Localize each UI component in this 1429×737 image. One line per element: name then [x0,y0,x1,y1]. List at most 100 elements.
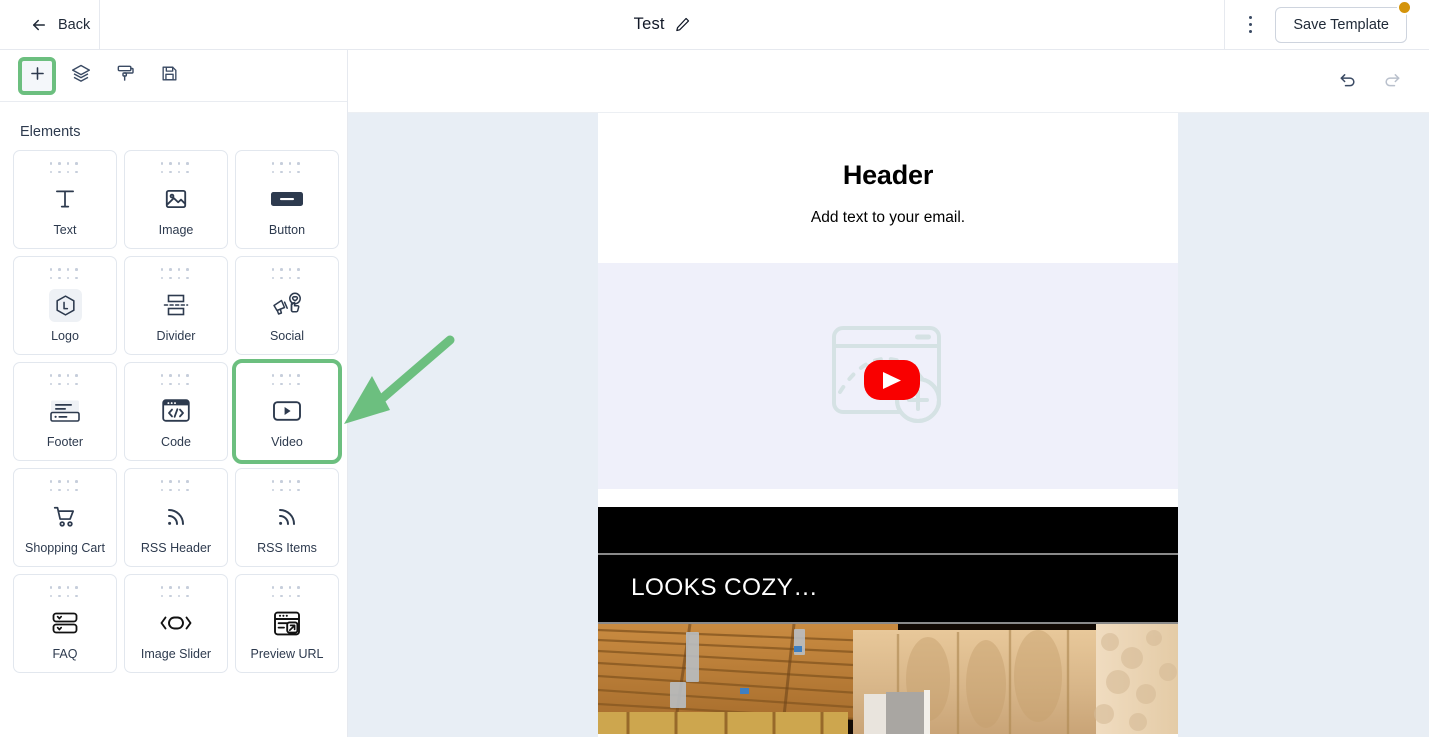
drag-handle-dots[interactable] [160,268,192,282]
video-placeholder-block[interactable] [598,263,1178,489]
element-card-rss-header[interactable]: RSS Header [124,468,228,567]
element-card-code[interactable]: Code [124,362,228,461]
kebab-menu-icon[interactable] [1239,12,1261,38]
shopping-cart-icon [52,494,78,542]
drag-handle-dots[interactable] [49,268,81,282]
style-tool[interactable] [110,61,140,91]
button-icon [270,176,304,224]
text-icon [52,176,78,224]
plus-icon [28,64,47,88]
element-label: Logo [51,329,79,343]
video-caption: LOOKS COZY… [598,555,1178,622]
element-card-video[interactable]: Video [232,359,342,464]
element-card-preview-url[interactable]: Preview URL [235,574,339,673]
email-preview-body: Header Add text to your email. LOOKS COZ… [598,113,1178,737]
email-template-builder: Back Test Save Template Elements Text Im… [0,0,1429,737]
video-play-icon [272,388,302,436]
element-card-logo[interactable]: Logo [13,256,117,355]
drag-handle-dots[interactable] [160,586,192,600]
youtube-video-placeholder-icon [816,314,961,439]
element-label: Social [269,329,305,343]
element-label: RSS Header [140,541,212,555]
video-thumbnail-photo [598,624,1178,734]
pencil-icon[interactable] [674,16,691,33]
drag-handle-dots[interactable] [271,162,303,176]
element-label: Text [53,223,77,237]
element-label: Video [271,435,303,449]
add-element-tool[interactable] [18,56,56,95]
email-header-subtext: Add text to your email. [810,209,966,226]
save-tool[interactable] [154,61,184,91]
drag-handle-dots[interactable] [49,162,81,176]
element-label: Code [161,435,191,449]
top-bar: Back Test Save Template [0,0,1429,50]
page-title: Test [633,15,665,33]
divider-icon [162,282,190,330]
element-label: FAQ [52,647,78,661]
drag-handle-dots[interactable] [271,268,303,282]
drag-handle-dots[interactable] [160,162,192,176]
redo-icon [1382,69,1402,94]
back-label: Back [58,16,91,33]
faq-accordion-icon [50,600,80,648]
layers-icon [71,63,91,88]
canvas-toolbar [348,50,1429,113]
drag-handle-dots[interactable] [49,586,81,600]
element-card-shopping-cart[interactable]: Shopping Cart [13,468,117,567]
preview-url-icon [272,600,302,648]
drag-handle-dots[interactable] [271,586,303,600]
arrow-left-icon [30,16,48,34]
drag-handle-dots[interactable] [271,480,303,494]
footer-icon [48,388,82,436]
element-label: Button [268,223,306,237]
elements-grid: Text Image Button Logo Divider Social Fo… [0,150,347,673]
code-window-icon [161,388,191,436]
undo-button[interactable] [1335,68,1361,94]
editor-canvas: Header Add text to your email. LOOKS COZ… [348,50,1429,737]
redo-button[interactable] [1379,68,1405,94]
logo-hexagon-icon [48,288,82,322]
floppy-disk-icon [160,64,179,88]
drag-handle-dots[interactable] [271,374,303,388]
drag-handle-dots[interactable] [49,480,81,494]
top-bar-actions: Save Template [1224,0,1429,50]
social-megaphone-icon [271,282,303,330]
image-icon [163,176,189,224]
document-title-zone: Test [100,0,1224,50]
element-card-image-slider[interactable]: Image Slider [124,574,228,673]
element-card-button[interactable]: Button [235,150,339,249]
element-label: Shopping Cart [25,541,105,555]
elements-sidebar: Elements Text Image Button Logo Divider … [0,50,348,737]
element-label: Footer [46,435,84,449]
rss-icon [275,494,299,542]
drag-handle-dots[interactable] [160,374,192,388]
drag-handle-dots[interactable] [49,374,81,388]
element-card-image[interactable]: Image [124,150,228,249]
canvas-scroll-area: Header Add text to your email. LOOKS COZ… [348,113,1429,737]
email-header-title: Header [842,160,934,190]
rss-icon [164,494,188,542]
element-label: Divider [156,329,196,343]
element-card-divider[interactable]: Divider [124,256,228,355]
image-slider-icon [158,600,194,648]
layers-tool[interactable] [66,61,96,91]
element-card-rss-items[interactable]: RSS Items [235,468,339,567]
element-card-faq[interactable]: FAQ [13,574,117,673]
elements-heading: Elements [20,124,81,140]
element-card-text[interactable]: Text [13,150,117,249]
video-thumbnail-block[interactable]: LOOKS COZY… [598,507,1178,734]
paint-roller-icon [115,63,135,88]
back-button[interactable]: Back [0,0,100,50]
unsaved-changes-badge [1397,0,1412,15]
email-header-block[interactable]: Header Add text to your email. [598,113,1178,227]
element-label: Image [158,223,194,237]
sidebar-toolbar [0,50,347,102]
drag-handle-dots[interactable] [160,480,192,494]
undo-icon [1338,69,1358,94]
element-label: Preview URL [250,647,324,661]
element-label: Image Slider [140,647,212,661]
element-card-footer[interactable]: Footer [13,362,117,461]
video-top-band [598,507,1178,553]
save-template-button[interactable]: Save Template [1275,6,1407,43]
element-card-social[interactable]: Social [235,256,339,355]
